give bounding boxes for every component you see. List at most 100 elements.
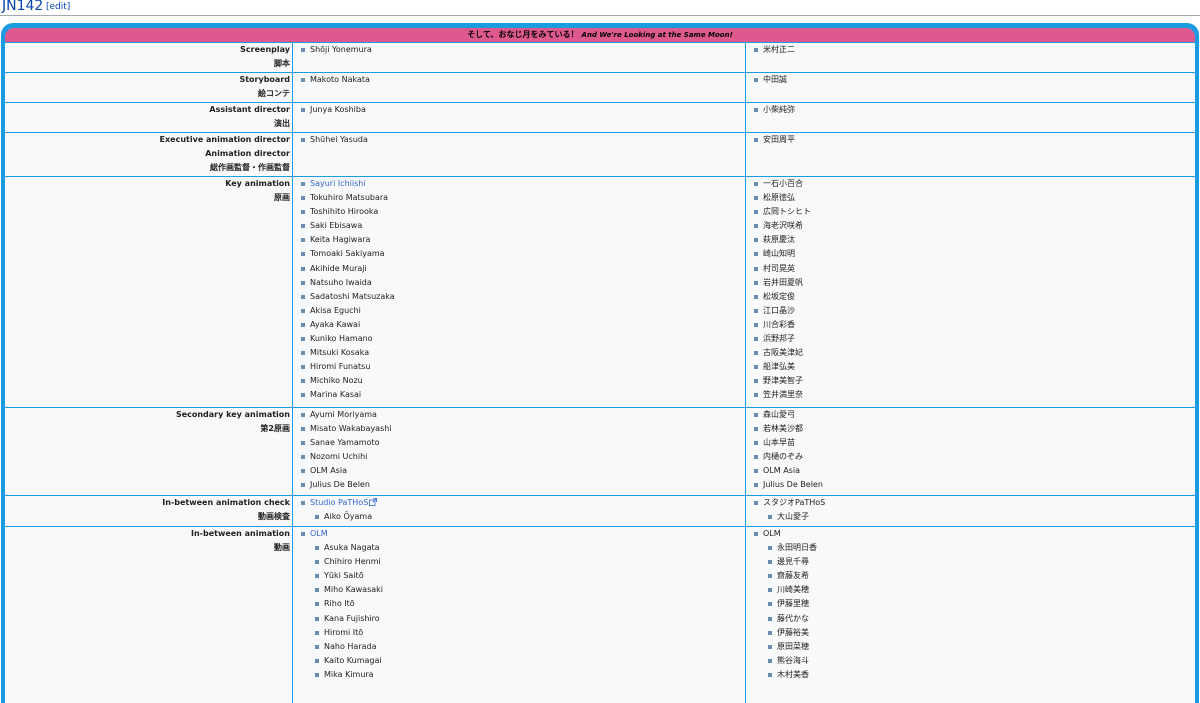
role-label: Key animation 原画	[5, 177, 292, 407]
list-item: 大山愛子	[768, 510, 1195, 524]
list-item: 森山愛弓	[754, 408, 1195, 422]
list-item: Junya Koshiba	[301, 103, 745, 117]
list-item: 内樋のぞみ	[754, 450, 1195, 464]
names-ja: 一石小百合 松原徳弘 広岡トシヒト 海老沢咲希 萩原慶汰 崎山知明 村司晃英 岩…	[746, 177, 1195, 407]
list-item: Yūki Saitō	[315, 569, 745, 583]
list-item: Asuka Nagata	[315, 541, 745, 555]
role-label: Executive animation director Animation d…	[5, 133, 292, 176]
list-item: 邊見千尋	[768, 555, 1195, 569]
person-link[interactable]: Sayuri Ichiishi	[301, 177, 745, 191]
list-item: Miho Kawasaki	[315, 583, 745, 597]
studio-link[interactable]: OLM	[301, 527, 745, 541]
staff-row-key-animation: Key animation 原画 Sayuri Ichiishi Tokuhir…	[5, 177, 1195, 407]
names-en: Shūhei Yasuda	[293, 133, 745, 176]
role-en: In-between animation check	[162, 498, 290, 507]
list-item: OLM	[754, 527, 1195, 541]
list-item: 小柴純弥	[754, 103, 1195, 117]
list-item: 伊藤裕美	[768, 626, 1195, 640]
role-en: Assistant director	[209, 105, 290, 114]
list-item: Makoto Nakata	[301, 73, 745, 87]
studio-link-label: Studio PaTHoS	[310, 498, 369, 507]
list-item: Akihide Muraji	[301, 262, 745, 276]
list-item: Naho Harada	[315, 640, 745, 654]
list-item: スタジオPaTHoS	[754, 496, 1195, 510]
list-item: Ayaka Kawai	[301, 318, 745, 332]
names-en: Studio PaTHoS Aiko Ōyama	[293, 496, 745, 526]
list-item: 広岡トシヒト	[754, 205, 1195, 219]
staff-row-inbetween-animation: In-between animation 動画 OLM Asuka Nagata…	[5, 527, 1195, 703]
studio-link[interactable]: Studio PaTHoS	[301, 496, 745, 510]
role-ja: 脚本	[274, 59, 290, 69]
list-item: Natsuho Iwaida	[301, 276, 745, 290]
role-ja: 動画	[274, 543, 290, 553]
role-en: Screenplay	[240, 45, 290, 54]
list-item: 川崎美穂	[768, 583, 1195, 597]
role-en: Secondary key animation	[175, 410, 290, 419]
list-item: Julius De Belen	[301, 478, 745, 492]
external-link-icon	[369, 498, 378, 506]
section-heading: JN142 [edit]	[0, 0, 1200, 16]
list-item: 若林美沙都	[754, 422, 1195, 436]
role-ja: 絵コンテ	[258, 89, 290, 99]
list-item: 川合彩香	[754, 318, 1195, 332]
list-item: 江口晶沙	[754, 304, 1195, 318]
list-item: Hiromi Funatsu	[301, 360, 745, 374]
edit-link[interactable]: [edit]	[46, 1, 70, 13]
staff-table: そして、おなじ月をみている！ And We're Looking at the S…	[1, 23, 1199, 703]
list-item: 伊藤里穂	[768, 597, 1195, 611]
names-ja: スタジオPaTHoS 大山愛子	[746, 496, 1195, 526]
names-ja: 小柴純弥	[746, 103, 1195, 132]
names-ja: 安田周平	[746, 133, 1195, 176]
list-item: Nozomi Uchihi	[301, 450, 745, 464]
names-en: Ayumi Moriyama Misato Wakabayashi Sanae …	[293, 408, 745, 495]
list-item: 永田明日香	[768, 541, 1195, 555]
list-item: Riho Itō	[315, 597, 745, 611]
list-item: Keita Hagiwara	[301, 233, 745, 247]
list-item: Marina Kasai	[301, 388, 745, 402]
list-item: Tokuhiro Matsubara	[301, 191, 745, 205]
list-item: 安田周平	[754, 133, 1195, 147]
list-item: Ayumi Moriyama	[301, 408, 745, 422]
list-item: Mitsuki Kosaka	[301, 346, 745, 360]
list-item: Hiromi Itō	[315, 626, 745, 640]
names-en: Sayuri Ichiishi Tokuhiro Matsubara Toshi…	[293, 177, 745, 407]
role-ja: 演出	[274, 119, 290, 129]
list-item: Kana Fujishiro	[315, 612, 745, 626]
list-item: 浜野邦子	[754, 332, 1195, 346]
list-item: 藤代かな	[768, 612, 1195, 626]
role-label: Secondary key animation 第2原画	[5, 408, 292, 495]
staff-row-inbetween-check: In-between animation check 動画検査 Studio P…	[5, 496, 1195, 526]
role-ja: 第2原画	[260, 424, 290, 434]
names-ja: OLM 永田明日香 邊見千尋 齋藤友希 川崎美穂 伊藤里穂 藤代かな 伊藤裕美 …	[746, 527, 1195, 703]
list-item: 岩井田夏帆	[754, 276, 1195, 290]
list-item: Aiko Ōyama	[315, 510, 745, 524]
list-item: 村司晃英	[754, 262, 1195, 276]
role-en: Key animation	[225, 179, 290, 188]
role-label: In-between animation check 動画検査	[5, 496, 292, 526]
role-en: Executive animation director	[159, 135, 290, 144]
list-item: 松坂定俊	[754, 290, 1195, 304]
episode-title-en: And We're Looking at the Same Moon!	[581, 31, 733, 39]
list-item: Kaito Kumagai	[315, 654, 745, 668]
staff-row-secondary-key-animation: Secondary key animation 第2原画 Ayumi Moriy…	[5, 408, 1195, 495]
list-item: Michiko Nozu	[301, 374, 745, 388]
role-en: Storyboard	[239, 75, 290, 84]
episode-title-banner: そして、おなじ月をみている！ And We're Looking at the S…	[5, 28, 1195, 42]
names-ja: 森山愛弓 若林美沙都 山本早苗 内樋のぞみ OLM Asia Julius De…	[746, 408, 1195, 495]
staff-row-screenplay: Screenplay 脚本 Shōji Yonemura 米村正二	[5, 43, 1195, 72]
list-item: Shūhei Yasuda	[301, 133, 745, 147]
role-label: Storyboard 絵コンテ	[5, 73, 292, 102]
list-item: 熊谷海斗	[768, 654, 1195, 668]
names-ja: 米村正二	[746, 43, 1195, 72]
list-item: OLM Asia	[301, 464, 745, 478]
list-item: Misato Wakabayashi	[301, 422, 745, 436]
role-ja: 動画検査	[258, 512, 290, 522]
list-item: 一石小百合	[754, 177, 1195, 191]
role-label: In-between animation 動画	[5, 527, 292, 703]
list-item: Mika Kimura	[315, 668, 745, 682]
role-ja: 原画	[274, 193, 290, 203]
list-item: Sadatoshi Matsuzaka	[301, 290, 745, 304]
list-item: 木村美香	[768, 668, 1195, 682]
role-label: Assistant director 演出	[5, 103, 292, 132]
names-ja: 中田誠	[746, 73, 1195, 102]
